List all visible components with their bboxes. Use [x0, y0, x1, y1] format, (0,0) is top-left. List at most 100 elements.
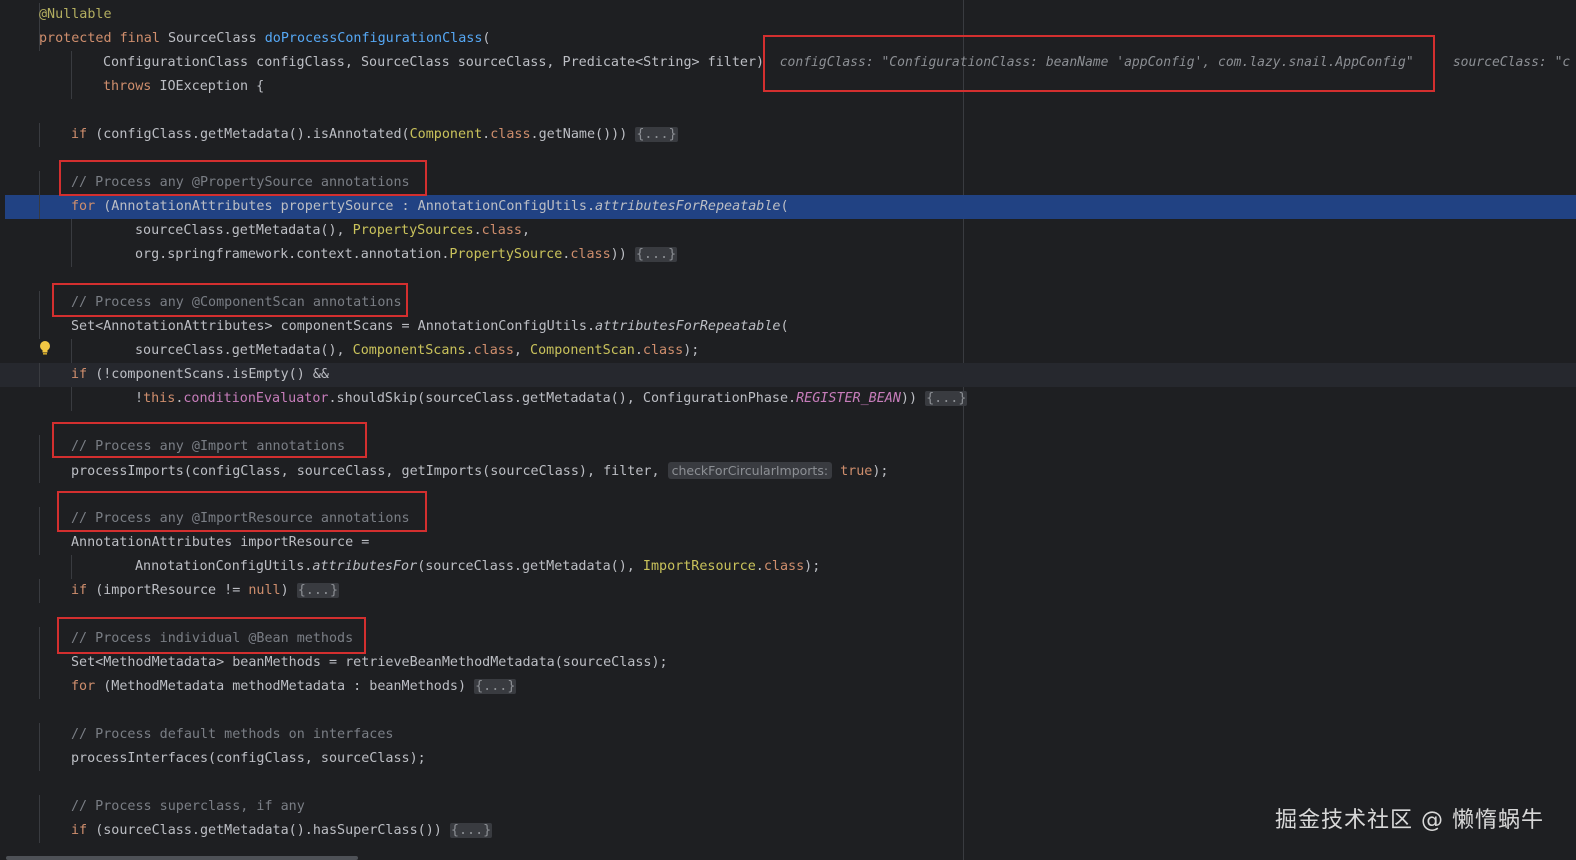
code-token: class — [481, 223, 522, 238]
code-line-tokens: AnnotationConfigUtils.attributesFor(sour… — [135, 555, 820, 579]
code-token: sourceClass.getMetadata(), — [135, 343, 353, 358]
code-token: REGISTER_BEAN — [796, 391, 901, 406]
code-line[interactable]: for (MethodMetadata methodMetadata : bea… — [0, 675, 1576, 699]
code-line[interactable]: AnnotationAttributes importResource = — [0, 531, 1576, 555]
code-line[interactable]: if (configClass.getMetadata().isAnnotate… — [0, 123, 1576, 147]
code-editor[interactable]: @Nullable protected final SourceClass doP… — [0, 0, 1576, 860]
code-token: , — [521, 223, 531, 238]
code-line[interactable]: @Nullable — [0, 3, 1576, 27]
code-token: ComponentScan — [530, 343, 635, 358]
indent-guide — [39, 675, 40, 699]
code-token: ); — [872, 464, 889, 479]
code-token: org.springframework.context.annotation. — [135, 247, 450, 262]
code-line-tokens: sourceClass.getMetadata(), PropertySourc… — [135, 219, 530, 243]
code-token: class — [642, 343, 684, 358]
lightbulb-icon[interactable] — [38, 340, 52, 356]
folded-code-marker[interactable]: {...} — [634, 247, 678, 262]
code-token: ComponentScans — [352, 343, 466, 358]
code-token: throws — [103, 79, 160, 94]
code-line-tokens: if (importResource != null) {...} — [71, 579, 340, 603]
highlight-box-debug-config-class — [763, 35, 1435, 92]
code-line[interactable]: org.springframework.context.annotation.P… — [0, 243, 1576, 267]
code-token: (MethodMetadata methodMetadata : beanMet… — [103, 679, 475, 694]
code-token: @Nullable — [39, 7, 112, 22]
code-line-tokens: !this.conditionEvaluator.shouldSkip(sour… — [135, 387, 968, 411]
indent-guide — [39, 579, 40, 603]
code-line-tokens: processInterfaces(configClass, sourceCla… — [71, 747, 426, 771]
code-token: )) — [610, 247, 635, 262]
code-token: ConfigurationClass configClass, SourceCl… — [103, 55, 765, 70]
code-token: ( — [482, 31, 491, 46]
code-token: Component — [409, 127, 483, 142]
code-line-tokens: sourceClass.getMetadata(), ComponentScan… — [135, 339, 699, 363]
code-line-tokens: protected final SourceClass doProcessCon… — [39, 27, 490, 51]
code-line[interactable]: if (!componentScans.isEmpty() && — [0, 363, 1576, 387]
code-line[interactable]: if (importResource != null) {...} — [0, 579, 1576, 603]
highlight-box-property-source — [59, 160, 427, 196]
code-token: for — [71, 199, 104, 214]
code-token: .shouldSkip(sourceClass.getMetadata(), C… — [328, 391, 797, 406]
code-line[interactable] — [0, 771, 1576, 795]
indent-guide — [71, 51, 72, 75]
indent-guide — [39, 123, 40, 147]
folded-code-marker[interactable]: {...} — [449, 823, 493, 838]
folded-code-marker[interactable]: {...} — [635, 127, 678, 142]
code-token: (importResource != — [95, 583, 249, 598]
code-token: SourceClass — [168, 31, 265, 46]
code-token: AnnotationAttributes importResource = — [71, 535, 370, 550]
code-line[interactable] — [0, 99, 1576, 123]
code-token: Set<MethodMetadata> beanMethods = retrie… — [71, 655, 668, 670]
code-token: ); — [804, 559, 821, 574]
code-line[interactable]: sourceClass.getMetadata(), ComponentScan… — [0, 339, 1576, 363]
code-line[interactable]: sourceClass.getMetadata(), PropertySourc… — [0, 219, 1576, 243]
code-token: conditionEvaluator — [183, 391, 329, 406]
code-line-tokens: // Process superclass, if any — [71, 795, 305, 819]
code-token: protected final — [39, 31, 168, 46]
horizontal-scrollbar[interactable] — [6, 856, 358, 860]
code-token: sourceClass.getMetadata(), — [135, 223, 353, 238]
code-token: true — [840, 464, 873, 479]
highlight-box-bean-methods — [57, 617, 366, 654]
folded-code-marker[interactable]: {...} — [296, 583, 340, 598]
indent-guide — [39, 795, 40, 819]
code-token: (!componentScans.isEmpty() && — [95, 367, 329, 382]
code-line-tokens: AnnotationAttributes importResource = — [71, 531, 369, 555]
folded-code-marker[interactable]: {...} — [925, 391, 968, 406]
code-line[interactable]: !this.conditionEvaluator.shouldSkip(sour… — [0, 387, 1576, 411]
code-line[interactable]: Set<AnnotationAttributes> componentScans… — [0, 315, 1576, 339]
code-token: if — [71, 583, 96, 598]
code-token: , — [513, 343, 531, 358]
code-line[interactable] — [0, 699, 1576, 723]
indent-guide — [39, 627, 40, 651]
code-line[interactable]: AnnotationConfigUtils.attributesFor(sour… — [0, 555, 1576, 579]
watermark: 掘金技术社区 @ 懒惰蜗牛 — [1275, 808, 1544, 833]
code-line[interactable]: processImports(configClass, sourceClass,… — [0, 459, 1576, 483]
folded-code-marker[interactable]: {...} — [474, 679, 517, 694]
indent-guide — [39, 507, 40, 531]
code-line-tokens: throws IOException { — [103, 75, 264, 99]
code-line-tokens: org.springframework.context.annotation.P… — [135, 243, 678, 267]
code-line[interactable]: // Process default methods on interfaces — [0, 723, 1576, 747]
indent-guide — [39, 747, 40, 771]
code-token: Set<AnnotationAttributes> componentScans… — [71, 319, 596, 334]
code-token: ( — [780, 199, 789, 214]
code-token: if — [71, 367, 96, 382]
code-token: (configClass.getMetadata().isAnnotated( — [95, 127, 410, 142]
indent-guide — [39, 651, 40, 675]
code-token: class — [763, 559, 805, 574]
indent-guide — [39, 723, 40, 747]
code-token: PropertySource — [449, 247, 563, 262]
code-token: attributesForRepeatable — [595, 199, 781, 214]
code-token: . — [473, 223, 482, 238]
code-line[interactable]: Set<MethodMetadata> beanMethods = retrie… — [0, 651, 1576, 675]
parameter-hint[interactable]: checkForCircularImports: — [667, 462, 833, 479]
code-token: ); — [683, 343, 700, 358]
code-line-tokens: for (AnnotationAttributes propertySource… — [71, 195, 789, 219]
code-line[interactable]: processInterfaces(configClass, sourceCla… — [0, 747, 1576, 771]
code-token: ImportResource — [642, 559, 756, 574]
code-line-execution-point[interactable]: for (AnnotationAttributes propertySource… — [5, 195, 1576, 219]
code-token: . — [755, 559, 764, 574]
indent-guide — [39, 195, 40, 219]
highlight-box-import — [52, 422, 367, 458]
